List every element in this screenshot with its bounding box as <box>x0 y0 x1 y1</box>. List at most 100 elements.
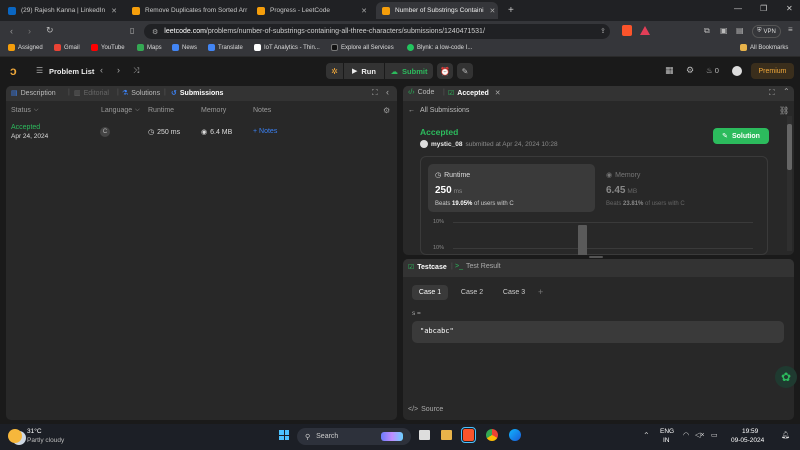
extensions-icon[interactable]: ⧉ <box>704 26 710 36</box>
browser-tab-active[interactable]: Number of Substrings Containi ✕ <box>376 2 498 19</box>
site-info-icon[interactable]: ⚙ <box>152 28 158 36</box>
shuffle-icon[interactable]: ⤨ <box>133 66 139 76</box>
wallet-icon[interactable]: ▤ <box>736 26 744 35</box>
bookmark-blynk[interactable]: Blynk: a low-code I... <box>407 44 472 51</box>
minimize-icon[interactable]: — <box>734 4 742 13</box>
temperature[interactable]: 31°C <box>27 428 42 435</box>
tab-testcase[interactable]: ☑ Testcase <box>408 263 447 272</box>
address-bar[interactable]: ⚙ leetcode.com/problems/number-of-substr… <box>144 24 610 39</box>
browser-tab-progress[interactable]: Progress - LeetCode ✕ <box>251 2 373 19</box>
weather-text[interactable]: Partly cloudy <box>27 437 64 444</box>
case-2-tab[interactable]: Case 2 <box>454 285 490 300</box>
bookmark-maps[interactable]: Maps <box>137 44 162 51</box>
input-language[interactable]: ENG <box>660 428 674 435</box>
next-problem-icon[interactable]: › <box>117 65 120 75</box>
avatar[interactable] <box>732 66 742 76</box>
bookmark-translate[interactable]: Translate <box>208 44 243 51</box>
tab-test-result[interactable]: >_ Test Result <box>455 263 501 270</box>
speaker-icon[interactable]: ◁× <box>695 431 704 439</box>
browser-tab-remove-duplicates[interactable]: Remove Duplicates from Sorted Arr ✕ <box>126 2 248 19</box>
streak-counter[interactable]: ♨ 0 <box>706 66 719 75</box>
close-icon[interactable]: ✕ <box>105 7 117 15</box>
status-accepted[interactable]: Accepted <box>11 124 40 131</box>
windows-start-icon[interactable] <box>279 430 289 440</box>
layout-icon[interactable]: ▦ <box>665 65 674 76</box>
bookmark-icon[interactable]: ▯ <box>130 26 134 35</box>
reload-icon[interactable]: ↻ <box>46 25 54 36</box>
input-region[interactable]: IN <box>663 437 670 444</box>
bookmark-iot-analytics[interactable]: IoT Analytics - Thin... <box>254 44 320 51</box>
close-icon[interactable]: ✕ <box>495 89 501 97</box>
new-tab-button[interactable]: + <box>502 2 518 19</box>
debug-button[interactable]: ✲ <box>326 63 343 79</box>
all-submissions-link[interactable]: ← All Submissions <box>408 107 469 114</box>
table-row[interactable]: Accepted Apr 24, 2024 C ◷ 250 ms ◉ 6.4 MB … <box>6 120 397 144</box>
tab-solutions[interactable]: ⚗ Solutions <box>122 89 160 98</box>
settings-gear-icon[interactable]: ⚙ <box>383 106 390 115</box>
tab-editorial[interactable]: ▥ Editorial <box>74 89 109 98</box>
case-3-tab[interactable]: Case 3 <box>496 285 532 300</box>
chrome-icon[interactable] <box>486 429 498 441</box>
back-arrow-icon[interactable]: ‹ <box>10 26 13 36</box>
file-explorer-icon[interactable] <box>441 430 452 440</box>
distribution-bar[interactable] <box>578 225 587 255</box>
battery-icon[interactable]: ▭ <box>711 431 718 439</box>
close-icon[interactable]: ✕ <box>484 7 496 15</box>
maximize-icon[interactable]: ❐ <box>760 4 767 13</box>
scrollbar-track[interactable] <box>787 116 792 251</box>
share-icon[interactable]: ⇪ <box>600 27 606 35</box>
clock-date[interactable]: 09-05-2024 <box>731 437 764 444</box>
column-language[interactable]: Language ⌵ <box>101 107 140 114</box>
testcase-input[interactable]: "abcabc" <box>412 321 784 343</box>
memory-card[interactable]: ◉ Memory 6.45 MB Beats 23.81% of users wi… <box>599 164 763 212</box>
run-button[interactable]: ▶ Run <box>344 63 384 79</box>
forward-arrow-icon[interactable]: › <box>28 26 31 36</box>
timer-button[interactable]: ⏰ <box>437 63 453 79</box>
task-view-icon[interactable] <box>419 430 430 440</box>
settings-gear-icon[interactable]: ⚙ <box>686 65 694 76</box>
bookmark-gmail[interactable]: Gmail <box>54 44 80 51</box>
tab-description[interactable]: ▤ Description <box>11 89 56 98</box>
panel-resize-handle[interactable] <box>589 256 603 258</box>
source-link[interactable]: </> Source <box>408 406 443 413</box>
brave-shield-icon[interactable] <box>622 25 632 36</box>
menu-icon[interactable]: ≡ <box>788 25 793 34</box>
problem-list-link[interactable]: Problem List <box>49 67 94 76</box>
bookmark-assigned[interactable]: Assigned <box>8 44 43 51</box>
taskbar-search[interactable]: ⚲ Search <box>297 428 411 445</box>
all-bookmarks[interactable]: All Bookmarks <box>740 44 788 51</box>
username[interactable]: mystic_08 <box>431 141 462 148</box>
link-icon[interactable]: ⛓ <box>779 106 789 115</box>
tab-accepted[interactable]: ☑ Accepted ✕ <box>448 89 501 98</box>
prev-problem-icon[interactable]: ‹ <box>100 65 103 75</box>
close-window-icon[interactable]: ✕ <box>786 4 793 13</box>
column-status[interactable]: Status ⌵ <box>11 107 38 114</box>
collapse-panel-icon[interactable]: ‹ <box>386 87 389 97</box>
add-notes-button[interactable]: + Notes <box>253 128 277 135</box>
add-case-button[interactable]: + <box>538 287 543 297</box>
case-1-tab[interactable]: Case 1 <box>412 285 448 300</box>
avatar[interactable] <box>420 140 428 148</box>
assistant-icon[interactable]: ✿ <box>775 366 797 388</box>
close-icon[interactable]: ✕ <box>247 7 248 15</box>
solution-button[interactable]: ✎ Solution <box>713 128 769 144</box>
maximize-panel-icon[interactable]: ⛶ <box>372 88 378 98</box>
notes-button[interactable]: ✎ <box>457 63 473 79</box>
edge-icon[interactable] <box>509 429 521 441</box>
submit-button[interactable]: ☁ Submit <box>385 63 433 79</box>
clock-time[interactable]: 19:59 <box>742 428 758 435</box>
vpn-button[interactable]: ⛨ VPN <box>752 25 781 38</box>
premium-button[interactable]: Premium <box>751 63 794 79</box>
tab-code[interactable]: ‹/› Code <box>408 89 434 96</box>
bookmark-news[interactable]: News <box>172 44 197 51</box>
brave-browser-icon[interactable] <box>461 427 476 443</box>
wifi-icon[interactable]: ◠ <box>683 431 689 439</box>
close-icon[interactable]: ✕ <box>355 7 367 15</box>
collapse-panel-icon[interactable]: ⌃ <box>783 87 790 96</box>
runtime-card[interactable]: ◷ Runtime 250 ms Beats 19.05% of users wi… <box>428 164 595 212</box>
brave-rewards-icon[interactable] <box>640 26 650 35</box>
tab-submissions[interactable]: ↺ Submissions <box>171 89 223 98</box>
notification-bell-icon[interactable]: 🔔︎ <box>781 431 790 439</box>
bookmark-explore-services[interactable]: Explore all Services <box>331 44 394 51</box>
sidebar-icon[interactable]: ▣ <box>720 26 728 35</box>
